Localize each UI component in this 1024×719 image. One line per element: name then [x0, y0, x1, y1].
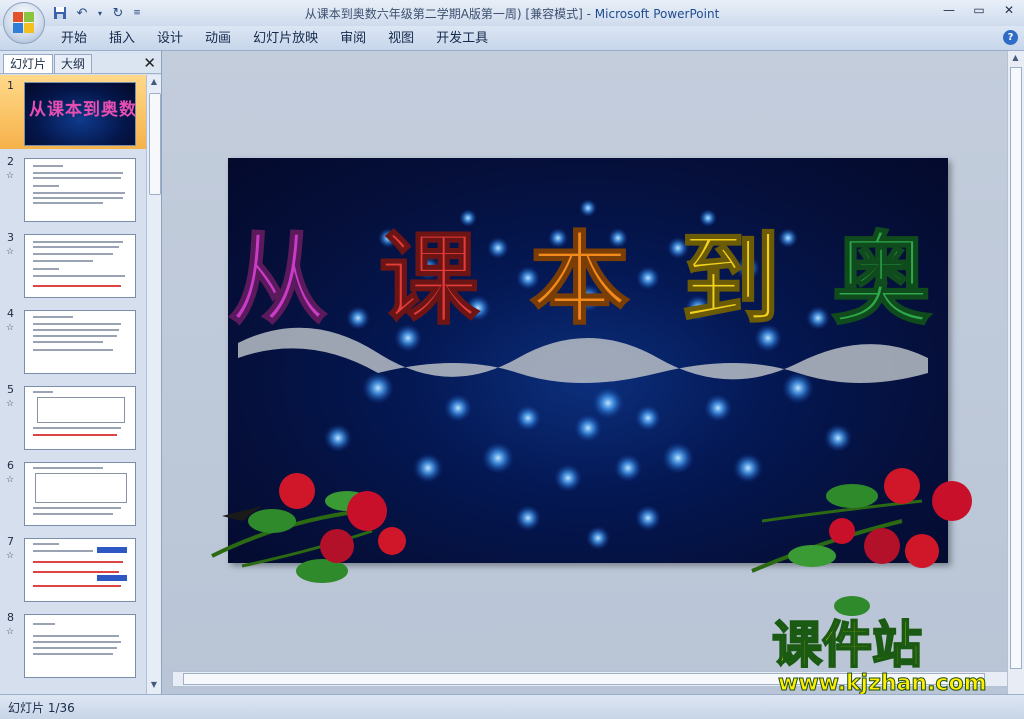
- pane-close-icon[interactable]: ✕: [143, 54, 156, 72]
- tab-home[interactable]: 开始: [50, 30, 98, 48]
- close-icon[interactable]: ✕: [998, 2, 1020, 18]
- slide-number: 6: [7, 459, 14, 472]
- tab-insert[interactable]: 插入: [98, 30, 146, 48]
- slide-number: 1: [7, 79, 14, 92]
- animation-star-icon: ☆: [6, 171, 15, 181]
- animation-star-icon: ☆: [6, 399, 15, 409]
- slide-number: 3: [7, 231, 14, 244]
- animation-star-icon: ☆: [6, 247, 15, 257]
- current-slide[interactable]: 从 课 本 到 奥 数: [228, 158, 948, 563]
- tab-slides[interactable]: 幻灯片: [3, 54, 54, 73]
- tab-design[interactable]: 设计: [146, 30, 194, 48]
- vertical-scrollbar[interactable]: ▲: [1007, 51, 1024, 694]
- slide-thumbnail-image: [24, 158, 136, 222]
- scroll-up-icon[interactable]: ▲: [149, 77, 159, 89]
- slide-title[interactable]: 从 课 本 到 奥 数: [228, 198, 948, 343]
- slide-editor: 从 课 本 到 奥 数: [162, 51, 1024, 694]
- window-controls: — ▭ ✕: [938, 2, 1020, 18]
- watermark-title: 课件站: [771, 616, 923, 674]
- slides-pane: 幻灯片 大纲 ✕ 1 从课本到奥数 2 ☆ 3 ☆ 4 ☆ 5 ☆ 6 ☆ 7 …: [0, 51, 162, 694]
- title-char: 从: [228, 219, 336, 339]
- office-button[interactable]: [3, 2, 45, 44]
- maximize-icon[interactable]: ▭: [968, 2, 990, 18]
- title-char: 本: [529, 219, 638, 339]
- scrollbar-thumb[interactable]: [1010, 67, 1022, 669]
- tab-review[interactable]: 审阅: [329, 30, 377, 48]
- tab-slide-show[interactable]: 幻灯片放映: [242, 30, 329, 48]
- title-char: 到: [679, 219, 789, 339]
- slide-number: 2: [7, 155, 14, 168]
- slide-thumbnail-image: [24, 462, 136, 526]
- slides-pane-scrollbar[interactable]: ▲ ▼: [146, 75, 161, 694]
- thumbnail-title: 从课本到奥数: [29, 100, 136, 120]
- animation-star-icon: ☆: [6, 551, 15, 561]
- slide-thumbnail-3[interactable]: 3 ☆: [0, 227, 146, 301]
- slide-thumbnail-6[interactable]: 6 ☆: [0, 455, 146, 529]
- slide-number: 5: [7, 383, 14, 396]
- minimize-icon[interactable]: —: [938, 2, 960, 18]
- slide-thumbnail-4[interactable]: 4 ☆: [0, 303, 146, 377]
- slide-thumbnail-image: [24, 310, 136, 374]
- help-icon[interactable]: ?: [1003, 30, 1018, 45]
- slide-thumbnail-5[interactable]: 5 ☆: [0, 379, 146, 453]
- document-title: 从课本到奥数六年级第二学期A版第一周) [兼容模式]: [304, 7, 583, 21]
- scrollbar-thumb[interactable]: [149, 93, 161, 195]
- slide-thumbnail-image: 从课本到奥数: [24, 82, 136, 146]
- slide-number: 8: [7, 611, 14, 624]
- slide-thumbnail-list: 1 从课本到奥数 2 ☆ 3 ☆ 4 ☆ 5 ☆ 6 ☆ 7 ☆ 8 ☆: [0, 75, 146, 694]
- animation-star-icon: ☆: [6, 323, 15, 333]
- slide-thumbnail-image: [24, 234, 136, 298]
- scroll-up-icon[interactable]: ▲: [1010, 53, 1021, 65]
- slide-thumbnail-image: [24, 386, 136, 450]
- slide-number: 7: [7, 535, 14, 548]
- slide-thumbnail-7[interactable]: 7 ☆: [0, 531, 146, 605]
- slide-thumbnail-2[interactable]: 2 ☆: [0, 151, 146, 225]
- watermark: 课件站 www.kjzhan.com: [771, 616, 1012, 697]
- office-logo-icon: [13, 12, 35, 34]
- slide-number: 4: [7, 307, 14, 320]
- title-separator: -: [586, 7, 595, 21]
- animation-star-icon: ☆: [6, 475, 15, 485]
- tab-view[interactable]: 视图: [377, 30, 425, 48]
- slide-thumbnail-image: [24, 614, 136, 678]
- tab-animations[interactable]: 动画: [194, 30, 242, 48]
- title-bar: ↶ ▾ ↻ ≡ 从课本到奥数六年级第二学期A版第一周) [兼容模式] - Mic…: [0, 0, 1024, 44]
- application-name: Microsoft PowerPoint: [594, 7, 720, 21]
- ribbon-tabs: 开始 插入 设计 动画 幻灯片放映 审阅 视图 开发工具: [50, 30, 499, 48]
- ribbon-tab-bar: 开始 插入 设计 动画 幻灯片放映 审阅 视图 开发工具 ?: [0, 26, 1024, 51]
- pane-tabs: 幻灯片 大纲 ✕: [0, 51, 161, 74]
- title-char: 奥: [830, 219, 940, 339]
- slide-thumbnail-image: [24, 538, 136, 602]
- window-title: 从课本到奥数六年级第二学期A版第一周) [兼容模式] - Microsoft P…: [0, 5, 1024, 22]
- title-char: 课: [378, 219, 487, 339]
- slide-counter: 幻灯片 1/36: [8, 701, 75, 715]
- scroll-down-icon[interactable]: ▼: [149, 680, 159, 692]
- tab-developer[interactable]: 开发工具: [425, 30, 499, 48]
- slide-thumbnail-8[interactable]: 8 ☆: [0, 607, 146, 681]
- watermark-url: www.kjzhan.com: [778, 671, 988, 697]
- tab-outline[interactable]: 大纲: [54, 54, 93, 73]
- animation-star-icon: ☆: [6, 627, 15, 637]
- slide-thumbnail-1[interactable]: 1 从课本到奥数: [0, 75, 146, 149]
- status-bar: 幻灯片 1/36: [0, 694, 1024, 719]
